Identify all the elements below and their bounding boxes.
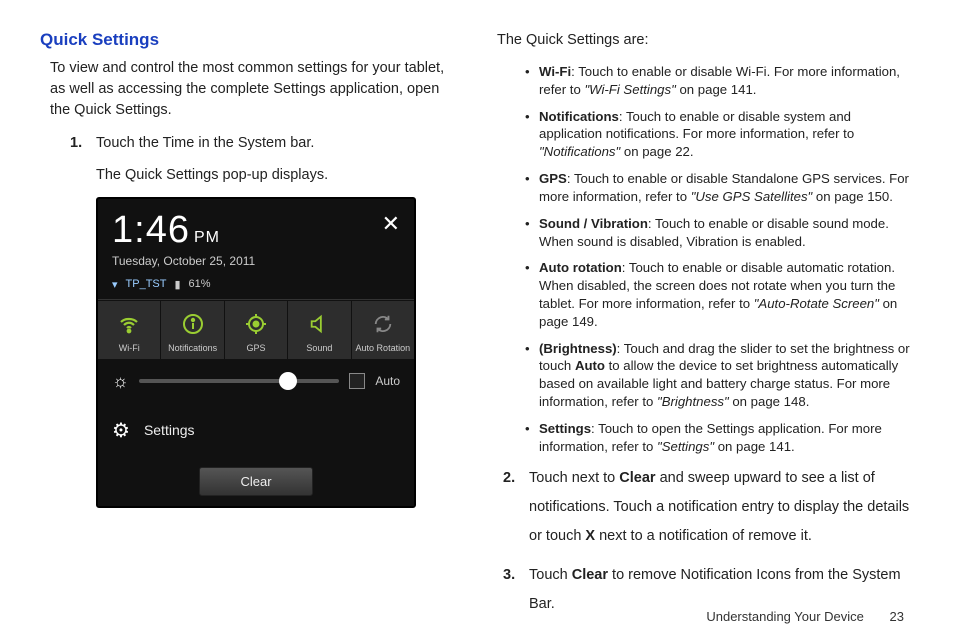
intro-text: To view and control the most common sett… [50, 58, 457, 121]
step-number: 1. [70, 133, 96, 187]
sound-icon [304, 309, 334, 339]
sound-toggle[interactable]: Sound [288, 301, 351, 359]
auto-label: Auto [375, 374, 400, 388]
gps-toggle[interactable]: GPS [225, 301, 288, 359]
auto-brightness-checkbox[interactable] [349, 373, 365, 389]
bullet-notifications: •Notifications: Touch to enable or disab… [525, 108, 914, 161]
rotation-toggle[interactable]: Auto Rotation [352, 301, 414, 359]
toggle-row: Wi-Fi Notifications GPS Sound Auto Rotat… [98, 300, 414, 359]
footer-section: Understanding Your Device [706, 609, 864, 624]
bullet-settings: •Settings: Touch to open the Settings ap… [525, 420, 914, 456]
quick-settings-popup: 1:46PM Tuesday, October 25, 2011 ✕ ▾ TP_… [96, 197, 416, 508]
page-footer: Understanding Your Device 23 [706, 609, 904, 624]
brightness-row: ☼ Auto [98, 359, 414, 404]
step-text: Touch the Time in the System bar. [96, 133, 457, 155]
clock: 1:46PM [112, 209, 400, 252]
rotation-icon [368, 309, 398, 339]
step-2: 2. Touch next to Clear and sweep upward … [503, 464, 914, 551]
step-1: 1. Touch the Time in the System bar. The… [70, 133, 457, 187]
info-icon [178, 309, 208, 339]
bullet-wifi: •Wi-Fi: Touch to enable or disable Wi-Fi… [525, 63, 914, 99]
bullet-rotation: •Auto rotation: Touch to enable or disab… [525, 259, 914, 330]
close-icon[interactable]: ✕ [382, 211, 400, 237]
date-label: Tuesday, October 25, 2011 [112, 254, 400, 268]
status-bar: ▾ TP_TST ▮ 61% [98, 274, 414, 299]
wifi-icon [114, 309, 144, 339]
gps-icon [241, 309, 271, 339]
settings-label: Settings [144, 422, 195, 438]
bullet-sound: •Sound / Vibration: Touch to enable or d… [525, 215, 914, 251]
section-heading: Quick Settings [40, 30, 457, 50]
page-number: 23 [890, 609, 904, 624]
settings-row[interactable]: ⚙ Settings [98, 404, 414, 457]
bullet-brightness: •(Brightness): Touch and drag the slider… [525, 340, 914, 411]
brightness-icon: ☼ [112, 371, 129, 392]
notifications-toggle[interactable]: Notifications [161, 301, 224, 359]
brightness-slider[interactable] [139, 379, 340, 383]
bullet-gps: •GPS: Touch to enable or disable Standal… [525, 170, 914, 206]
clear-button[interactable]: Clear [199, 467, 312, 496]
wifi-indicator-icon: ▾ [112, 278, 118, 291]
step-text: The Quick Settings pop-up displays. [96, 165, 457, 187]
gear-icon: ⚙ [112, 418, 130, 443]
battery-icon: ▮ [174, 278, 180, 291]
list-intro: The Quick Settings are: [497, 30, 914, 51]
wifi-toggle[interactable]: Wi-Fi [98, 301, 161, 359]
ssid-label: TP_TST [126, 278, 167, 290]
battery-percent: 61% [189, 278, 211, 290]
